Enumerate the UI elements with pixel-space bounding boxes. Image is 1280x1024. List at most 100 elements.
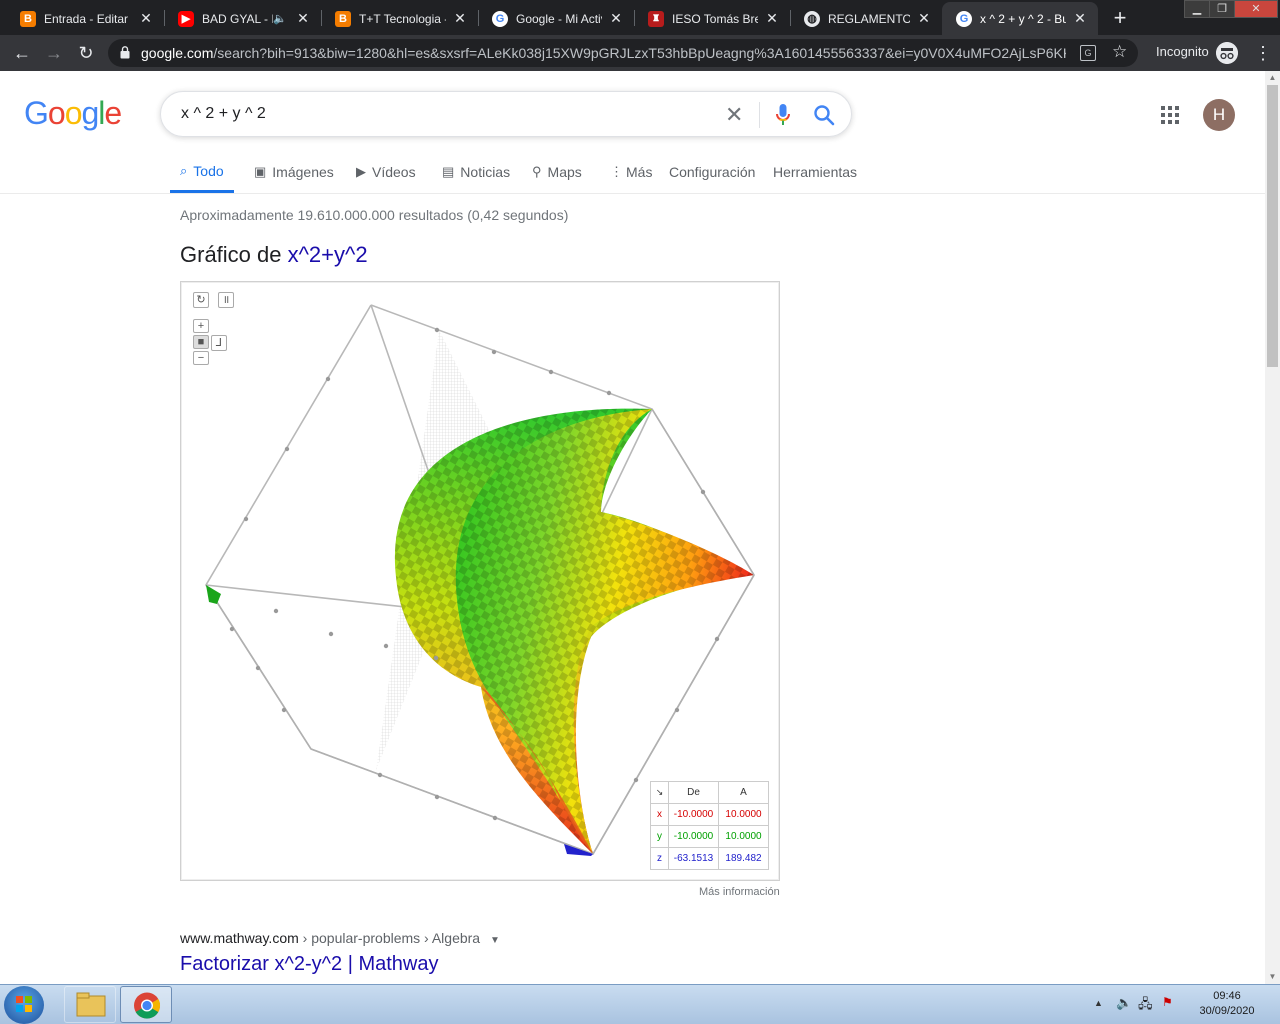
close-tab-icon[interactable]: ✕ [452,10,468,27]
close-tab-icon[interactable]: ✕ [608,10,624,27]
graph-heading-prefix: Gráfico de [180,242,288,267]
system-clock[interactable]: 09:46 30/09/2020 [1188,989,1266,1019]
bookmark-star-icon[interactable]: ☆ [1112,42,1127,62]
youtube-icon: ▶ [178,10,194,27]
range-from-z[interactable]: -63.1513 [668,847,719,870]
range-from-y[interactable]: -10.0000 [668,825,719,848]
action-center-icon[interactable]: ⚑ [1162,995,1173,1009]
range-header-to: A [718,781,769,804]
tab-images[interactable]: ▣ Imágenes [254,151,334,193]
divider [0,193,1265,194]
tab-videos[interactable]: ▶ Vídeos [356,151,416,193]
close-tab-icon[interactable]: ✕ [138,10,154,27]
search-input[interactable] [181,103,701,125]
collapse-icon[interactable]: ↘ [650,781,669,804]
3d-graph-widget[interactable]: ↻ ॥ + ■ − ⅃ ↘ De A x -10.0000 10.0000 y … [180,281,780,881]
scroll-up-arrow-icon[interactable]: ▲ [1265,71,1280,85]
google-logo[interactable]: Google [24,95,122,132]
browser-tab[interactable]: ◍ REGLAMENTO DE ✕ [790,2,942,35]
tab-tools[interactable]: Herramientas [773,151,857,193]
reset-view-icon[interactable]: ↻ [193,292,209,308]
more-vert-icon[interactable]: ⋮ [1254,41,1272,65]
clock-date: 30/09/2020 [1199,1005,1255,1017]
search-icon[interactable] [813,104,835,126]
cite-domain: www.mathway.com [180,930,299,946]
chrome-icon [134,992,161,1019]
avatar[interactable]: H [1203,99,1235,131]
range-to-y[interactable]: 10.0000 [718,825,769,848]
tab-label: Más [626,164,653,180]
browser-tab[interactable]: ▶ BAD GYAL - I 🔈 ✕ [164,2,321,35]
minimize-button[interactable]: ▁ [1184,0,1210,18]
more-info-link[interactable]: Más información [699,886,780,898]
tab-settings[interactable]: Configuración [669,151,755,193]
restore-button[interactable]: ❐ [1209,0,1235,18]
network-icon[interactable]: 🖧 [1138,995,1153,1017]
blogger-icon: B [20,10,36,27]
page-viewport: Google ✕ H ⌕ Todo ▣ Imágenes [0,71,1265,984]
logo-letter: e [104,95,122,131]
browser-toolbar: ← → ↻ google.com/search?bih=913&biw=1280… [0,35,1280,71]
close-tab-icon[interactable]: ✕ [1072,10,1088,27]
range-from-x[interactable]: -10.0000 [668,803,719,826]
close-tab-icon[interactable]: ✕ [764,10,780,27]
camera-icon[interactable]: ■ [193,335,209,349]
browser-tab-strip: B Entrada - Editar ✕ ▶ BAD GYAL - I 🔈 ✕ … [0,0,1280,35]
browser-tab[interactable]: B Entrada - Editar ✕ [6,2,164,35]
url-text: google.com/search?bih=913&biw=1280&hl=es… [141,45,1066,61]
tray-expand-icon[interactable]: ▲ [1094,998,1103,1008]
zoom-in-button[interactable]: + [193,319,209,333]
speaker-icon[interactable]: 🔈 [273,12,287,25]
back-button[interactable]: ← [10,41,34,65]
graph-function-link[interactable]: x^2+y^2 [288,242,368,267]
range-row-y: y -10.0000 10.0000 [650,825,769,848]
lock-icon[interactable] [120,46,130,59]
apps-grid-icon[interactable] [1161,106,1179,124]
close-tab-icon[interactable]: ✕ [916,10,932,27]
clock-time: 09:46 [1213,990,1241,1002]
tab-maps[interactable]: ⚲ Maps [532,151,582,193]
scroll-thumb[interactable] [1267,85,1278,367]
address-bar[interactable]: google.com/search?bih=913&biw=1280&hl=es… [108,39,1138,67]
range-to-z[interactable]: 189.482 [718,847,769,870]
start-button[interactable] [4,986,44,1024]
tab-title: IESO Tomás Bretó [672,11,758,26]
close-window-button[interactable]: ✕ [1234,0,1278,18]
scroll-down-arrow-icon[interactable]: ▼ [1265,970,1280,984]
translate-icon[interactable]: G [1080,45,1096,61]
browser-tab[interactable]: ♜ IESO Tomás Bretó ✕ [634,2,790,35]
tab-title: Google - Mi Activ [516,11,602,26]
browser-tab[interactable]: G Google - Mi Activ ✕ [478,2,634,35]
microphone-icon[interactable] [775,103,791,127]
logo-letter: g [81,95,99,131]
graph-heading: Gráfico de x^2+y^2 [180,242,368,268]
taskbar-chrome[interactable] [120,986,172,1023]
tab-all[interactable]: ⌕ Todo [170,151,234,193]
new-tab-button[interactable]: + [1109,5,1131,31]
image-icon: ▣ [254,164,267,179]
cite-path: › popular-problems › Algebra [298,930,481,946]
close-tab-icon[interactable]: ✕ [295,10,311,27]
range-header-from: De [668,781,719,804]
url-host: google.com [141,45,214,61]
windows-logo-icon [16,996,32,1012]
search-icon: ⌕ [180,162,188,178]
browser-tab[interactable]: B T+T Tecnologia - ✕ [321,2,478,35]
result-title-link[interactable]: Factorizar x^2-y^2 | Mathway [180,953,438,976]
forward-button[interactable]: → [42,41,66,65]
reload-button[interactable]: ↻ [74,41,98,65]
range-to-x[interactable]: 10.0000 [718,803,769,826]
dropdown-arrow-icon[interactable]: ▼ [490,935,500,946]
zoom-out-button[interactable]: − [193,351,209,365]
browser-tab-active[interactable]: G x ^ 2 + y ^ 2 - Bu ✕ [942,2,1098,35]
clear-icon[interactable]: ✕ [725,102,743,128]
pause-icon[interactable]: ॥ [218,292,234,308]
incognito-icon[interactable] [1216,42,1238,64]
axis-label: y [650,825,669,848]
tab-more[interactable]: ⋮ Más [610,151,652,193]
page-scrollbar[interactable]: ▲ ▼ [1265,71,1280,984]
volume-icon[interactable]: 🔈 [1116,995,1132,1011]
taskbar-explorer[interactable] [64,986,116,1023]
tab-news[interactable]: ▤ Noticias [442,151,510,193]
axes-icon[interactable]: ⅃ [211,335,227,351]
